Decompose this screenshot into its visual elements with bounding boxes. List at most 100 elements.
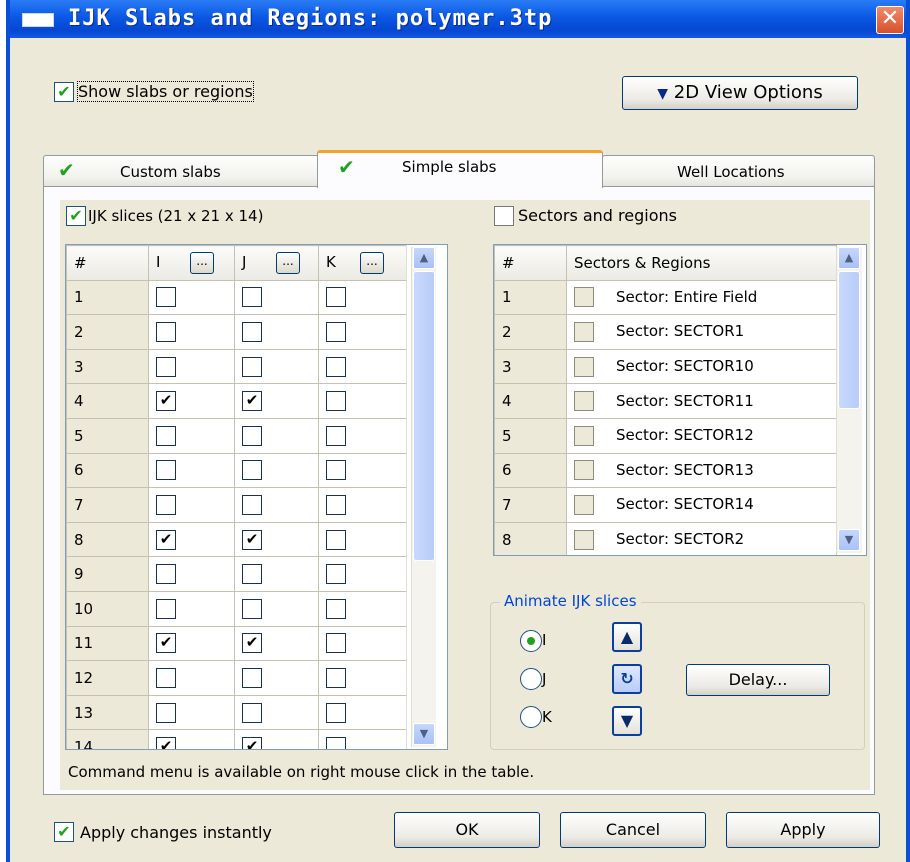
slice-i-checkbox[interactable]: ✔	[156, 737, 176, 749]
slice-j-checkbox[interactable]	[242, 425, 262, 446]
slice-j-checkbox[interactable]	[242, 356, 262, 377]
slice-j-checkbox[interactable]: ✔	[242, 391, 262, 412]
ijk-slices-checkbox[interactable]: ✔	[66, 206, 86, 226]
cancel-button[interactable]: Cancel	[560, 812, 706, 848]
scroll-thumb[interactable]	[413, 271, 435, 561]
tab-custom-slabs[interactable]: ✔ Custom slabs	[43, 155, 323, 187]
sector-checkbox[interactable]	[574, 391, 594, 412]
table-row[interactable]: 6	[66, 452, 407, 489]
apply-button[interactable]: Apply	[726, 812, 880, 848]
delay-button[interactable]: Delay...	[686, 664, 830, 696]
table-row[interactable]: 8 Sector: SECTOR2	[494, 521, 837, 555]
slice-j-checkbox[interactable]	[242, 460, 262, 481]
table-row[interactable]: 7	[66, 487, 407, 523]
radio-j[interactable]	[520, 668, 542, 690]
apply-instantly-checkbox[interactable]: ✔	[54, 822, 74, 842]
table-row[interactable]: 5	[66, 417, 407, 454]
j-ellipsis-button[interactable]: ...	[276, 251, 300, 274]
slice-j-checkbox[interactable]: ✔	[242, 633, 262, 654]
table-row[interactable]: 10	[66, 590, 407, 627]
tab-simple-slabs[interactable]: ✔ Simple slabs	[317, 150, 603, 188]
slice-i-checkbox[interactable]: ✔	[156, 529, 176, 550]
table-row[interactable]: 13	[66, 694, 407, 731]
close-button[interactable]: ✕	[876, 6, 904, 34]
slice-j-checkbox[interactable]	[242, 287, 262, 308]
table-row[interactable]: 11 ✔ ✔	[66, 625, 407, 662]
table-row[interactable]: 2 Sector: SECTOR1	[494, 314, 837, 350]
table-row[interactable]: 1 Sector: Entire Field	[494, 279, 837, 316]
slice-k-checkbox[interactable]	[326, 494, 346, 515]
show-slabs-label[interactable]: Show slabs or regions	[77, 81, 254, 102]
ijk-scrollbar[interactable]: ▲ ▼	[411, 247, 436, 747]
slice-k-checkbox[interactable]	[326, 598, 346, 619]
k-ellipsis-button[interactable]: ...	[360, 251, 384, 274]
title-bar[interactable]: IJK Slabs and Regions: polymer.3tp ✕	[10, 0, 906, 38]
ijk-table[interactable]: # I... J... K... 1 2 3 4 ✔ ✔ 5 6 7 8 ✔ ✔ 9 10 11 ✔ ✔ 12 13…	[65, 244, 448, 750]
radio-i[interactable]	[520, 630, 542, 652]
sectors-table[interactable]: # Sectors & Regions 1 Sector: Entire Fiel…	[493, 244, 867, 556]
tab-well-locations[interactable]: Well Locations	[602, 155, 875, 187]
slice-i-checkbox[interactable]	[156, 598, 176, 619]
sectors-header-number[interactable]: #	[494, 245, 567, 281]
slice-i-checkbox[interactable]	[156, 494, 176, 515]
loop-button[interactable]: ↻	[612, 664, 642, 694]
slice-k-checkbox[interactable]	[326, 321, 346, 342]
table-row[interactable]: 4 Sector: SECTOR11	[494, 383, 837, 419]
sector-checkbox[interactable]	[574, 460, 594, 481]
sector-checkbox[interactable]	[574, 321, 594, 342]
slice-j-checkbox[interactable]	[242, 598, 262, 619]
ijk-header-k[interactable]: K...	[318, 245, 407, 281]
slice-i-checkbox[interactable]	[156, 356, 176, 377]
scroll-up-icon[interactable]: ▲	[838, 247, 860, 269]
scroll-down-icon[interactable]: ▼	[838, 529, 860, 551]
slice-k-checkbox[interactable]	[326, 391, 346, 412]
table-row[interactable]: 3	[66, 348, 407, 385]
scroll-up-icon[interactable]: ▲	[413, 247, 435, 269]
slice-k-checkbox[interactable]	[326, 356, 346, 377]
table-row[interactable]: 1	[66, 279, 407, 316]
slice-j-checkbox[interactable]: ✔	[242, 529, 262, 550]
slice-i-checkbox[interactable]: ✔	[156, 633, 176, 654]
table-row[interactable]: 7 Sector: SECTOR14	[494, 487, 837, 523]
slice-k-checkbox[interactable]	[326, 425, 346, 446]
table-row[interactable]: 14 ✔ ✔	[66, 729, 407, 749]
i-ellipsis-button[interactable]: ...	[190, 251, 214, 274]
slice-i-checkbox[interactable]	[156, 667, 176, 688]
slice-i-checkbox[interactable]: ✔	[156, 391, 176, 412]
slice-j-checkbox[interactable]	[242, 667, 262, 688]
table-row[interactable]: 3 Sector: SECTOR10	[494, 348, 837, 385]
slice-i-checkbox[interactable]	[156, 460, 176, 481]
slice-k-checkbox[interactable]	[326, 737, 346, 749]
sectors-header-name[interactable]: Sectors & Regions	[566, 245, 837, 281]
slice-k-checkbox[interactable]	[326, 564, 346, 585]
step-down-button[interactable]: ▼	[612, 706, 642, 736]
slice-i-checkbox[interactable]	[156, 702, 176, 723]
show-slabs-checkbox[interactable]: ✔	[54, 82, 74, 102]
radio-k[interactable]	[520, 706, 542, 728]
slice-k-checkbox[interactable]	[326, 633, 346, 654]
slice-j-checkbox[interactable]	[242, 564, 262, 585]
table-row[interactable]: 8 ✔ ✔	[66, 521, 407, 558]
slice-k-checkbox[interactable]	[326, 702, 346, 723]
sector-checkbox[interactable]	[574, 494, 594, 515]
2d-view-options-button[interactable]: ▼ 2D View Options	[622, 76, 858, 110]
slice-j-checkbox[interactable]	[242, 321, 262, 342]
slice-j-checkbox[interactable]	[242, 494, 262, 515]
slice-j-checkbox[interactable]	[242, 702, 262, 723]
slice-i-checkbox[interactable]	[156, 287, 176, 308]
sector-checkbox[interactable]	[574, 529, 594, 550]
table-row[interactable]: 2	[66, 314, 407, 350]
slice-i-checkbox[interactable]	[156, 321, 176, 342]
slice-k-checkbox[interactable]	[326, 460, 346, 481]
table-row[interactable]: 6 Sector: SECTOR13	[494, 452, 837, 489]
ijk-header-number[interactable]: #	[66, 245, 149, 281]
scroll-down-icon[interactable]: ▼	[413, 723, 435, 745]
step-up-button[interactable]: ▲	[612, 622, 642, 652]
ijk-header-i[interactable]: I...	[148, 245, 235, 281]
sector-checkbox[interactable]	[574, 287, 594, 308]
slice-j-checkbox[interactable]: ✔	[242, 737, 262, 749]
slice-k-checkbox[interactable]	[326, 667, 346, 688]
sector-checkbox[interactable]	[574, 425, 594, 446]
table-row[interactable]: 4 ✔ ✔	[66, 383, 407, 419]
ijk-header-j[interactable]: J...	[234, 245, 319, 281]
